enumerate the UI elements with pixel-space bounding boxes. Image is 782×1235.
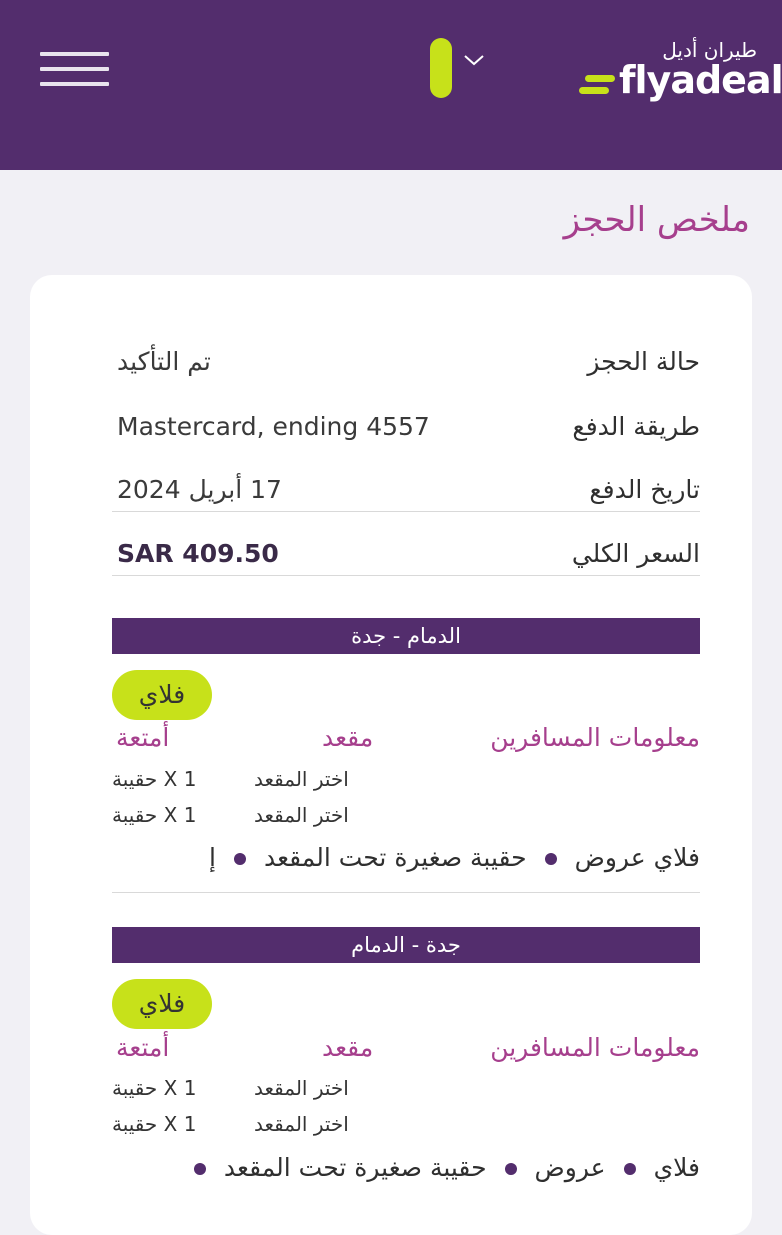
menu-icon[interactable] bbox=[40, 50, 110, 90]
select-seat-link[interactable]: اختر المقعد bbox=[254, 1076, 349, 1100]
select-seat-link[interactable]: اختر المقعد bbox=[254, 803, 349, 827]
fare-badge: فلاي bbox=[112, 979, 212, 1029]
bundle-feature: إ bbox=[209, 843, 216, 872]
passengers-column-header: معلومات المسافرين bbox=[490, 1033, 700, 1062]
chevron-down-icon bbox=[464, 55, 484, 66]
passengers-column-header: معلومات المسافرين bbox=[490, 723, 700, 752]
logo-mark-icon bbox=[579, 75, 615, 94]
payment-date-value: 17 أبريل 2024 bbox=[117, 475, 282, 504]
baggage-value: 1 X حقيبة bbox=[112, 1112, 212, 1142]
baggage-text: 1 X حقيبة bbox=[112, 1076, 197, 1100]
baggage-text: 1 X حقيبة bbox=[112, 1112, 197, 1136]
bullet-icon bbox=[193, 1163, 206, 1175]
select-seat-link[interactable]: اختر المقعد bbox=[254, 1112, 349, 1136]
bullet-icon bbox=[623, 1163, 636, 1175]
bullet-icon bbox=[504, 1163, 517, 1175]
bundle-feature: فلاي bbox=[653, 1153, 700, 1182]
baggage-text: 1 X حقيبة bbox=[112, 803, 197, 827]
flight-route-bar: الدمام - جدة bbox=[112, 618, 700, 654]
seat-column-header: مقعد bbox=[322, 1033, 374, 1062]
bundle-feature: عروض bbox=[534, 1153, 606, 1182]
payment-method-value: Mastercard, ending 4557 bbox=[117, 412, 430, 441]
divider bbox=[112, 892, 700, 893]
bullet-icon bbox=[233, 853, 246, 865]
baggage-value: 1 X حقيبة bbox=[112, 767, 212, 797]
select-seat-link[interactable]: اختر المقعد bbox=[254, 767, 349, 791]
flight-route-bar: جدة - الدمام bbox=[112, 927, 700, 963]
total-price-row: السعر الكلي SAR 409.50 bbox=[112, 535, 700, 575]
bundle-features: فلاي عروض حقيبة صغيرة تحت المقعد bbox=[112, 1153, 700, 1193]
booking-status-row: حالة الحجز تم التأكيد bbox=[112, 343, 700, 383]
bundle-features: فلاي عروض حقيبة صغيرة تحت المقعد إ bbox=[112, 843, 700, 883]
logo-text: flyadeal bbox=[619, 58, 782, 102]
payment-method-row: طريقة الدفع Mastercard, ending 4557 bbox=[112, 408, 700, 448]
baggage-value: 1 X حقيبة bbox=[112, 803, 212, 833]
bundle-feature: حقيبة صغيرة تحت المقعد bbox=[223, 1153, 487, 1182]
divider bbox=[112, 511, 700, 512]
baggage-text: 1 X حقيبة bbox=[112, 767, 197, 791]
total-price-label: السعر الكلي bbox=[571, 539, 700, 568]
bundle-feature: فلاي عروض bbox=[574, 843, 700, 872]
total-price-value: SAR 409.50 bbox=[117, 539, 279, 568]
baggage-column-header: أمتعة bbox=[116, 1033, 170, 1062]
payment-date-row: تاريخ الدفع 17 أبريل 2024 bbox=[112, 471, 700, 511]
page-title: ملخص الحجز bbox=[563, 200, 750, 240]
baggage-value: 1 X حقيبة bbox=[112, 1076, 212, 1106]
booking-status-value: تم التأكيد bbox=[117, 347, 211, 376]
language-selector[interactable] bbox=[428, 38, 494, 100]
payment-date-label: تاريخ الدفع bbox=[589, 475, 700, 504]
booking-status-label: حالة الحجز bbox=[587, 347, 700, 376]
seat-column-header: مقعد bbox=[322, 723, 374, 752]
baggage-column-header: أمتعة bbox=[116, 723, 170, 752]
booking-summary-card: حالة الحجز تم التأكيد طريقة الدفع Master… bbox=[30, 275, 752, 1235]
bundle-feature: حقيبة صغيرة تحت المقعد bbox=[263, 843, 527, 872]
divider bbox=[112, 575, 700, 576]
flyadeal-logo[interactable]: طيران أديل flyadeal bbox=[575, 38, 782, 106]
bundle-features-list: فلاي عروض حقيبة صغيرة تحت المقعد bbox=[176, 1153, 700, 1182]
fare-badge: فلاي bbox=[112, 670, 212, 720]
bundle-features-list: فلاي عروض حقيبة صغيرة تحت المقعد إ bbox=[209, 843, 700, 872]
payment-method-label: طريقة الدفع bbox=[572, 412, 700, 441]
language-indicator bbox=[430, 38, 452, 98]
bullet-icon bbox=[544, 853, 557, 865]
top-header: طيران أديل flyadeal bbox=[0, 0, 782, 170]
